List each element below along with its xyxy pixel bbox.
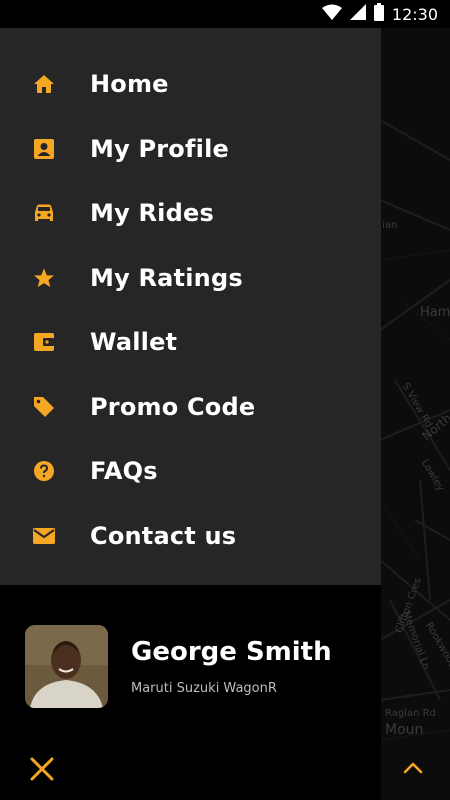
profile-car-model: Maruti Suzuki WagonR	[131, 681, 277, 696]
close-icon[interactable]	[28, 755, 56, 783]
map-label: Raglan Rd	[385, 708, 436, 719]
wallet-icon	[32, 330, 56, 354]
star-icon	[32, 266, 56, 290]
tag-icon	[32, 395, 56, 419]
menu-item-my-rides[interactable]: My Rides	[0, 181, 381, 246]
menu-item-label: My Rides	[90, 199, 214, 228]
profile-card-icon	[32, 137, 56, 161]
map-label: Ham	[420, 305, 450, 320]
menu-item-wallet[interactable]: Wallet	[0, 310, 381, 375]
menu-item-contact-us[interactable]: Contact us	[0, 504, 381, 569]
car-icon	[32, 201, 56, 225]
navigation-drawer: Home My Profile My Rides My Ratings Wall…	[0, 28, 381, 585]
map-label: ian	[382, 220, 398, 231]
menu-item-label: Home	[90, 70, 169, 99]
menu-list: Home My Profile My Rides My Ratings Wall…	[0, 28, 381, 568]
home-icon	[32, 72, 56, 96]
profile-name: George Smith	[131, 637, 332, 667]
map-label: Moun	[385, 722, 424, 738]
menu-item-label: Contact us	[90, 521, 237, 550]
menu-item-faqs[interactable]: FAQs	[0, 439, 381, 504]
mail-icon	[32, 524, 56, 548]
menu-item-my-ratings[interactable]: My Ratings	[0, 246, 381, 311]
menu-item-label: My Profile	[90, 134, 229, 163]
menu-item-label: Promo Code	[90, 392, 256, 421]
menu-item-label: Wallet	[90, 328, 178, 357]
chevron-up-icon[interactable]	[400, 755, 426, 781]
wifi-icon	[321, 4, 342, 24]
status-icons: 12:30	[321, 3, 438, 25]
battery-icon	[373, 3, 384, 25]
menu-item-label: FAQs	[90, 457, 158, 486]
menu-item-label: My Ratings	[90, 263, 243, 292]
status-time: 12:30	[391, 4, 438, 24]
menu-item-home[interactable]: Home	[0, 52, 381, 117]
status-bar: 12:30	[0, 0, 450, 28]
profile-panel: George Smith Maruti Suzuki WagonR	[0, 585, 381, 800]
signal-icon	[349, 4, 366, 24]
menu-item-promo-code[interactable]: Promo Code	[0, 375, 381, 440]
avatar[interactable]	[25, 625, 108, 708]
help-circle-icon	[32, 459, 56, 483]
menu-item-my-profile[interactable]: My Profile	[0, 117, 381, 182]
